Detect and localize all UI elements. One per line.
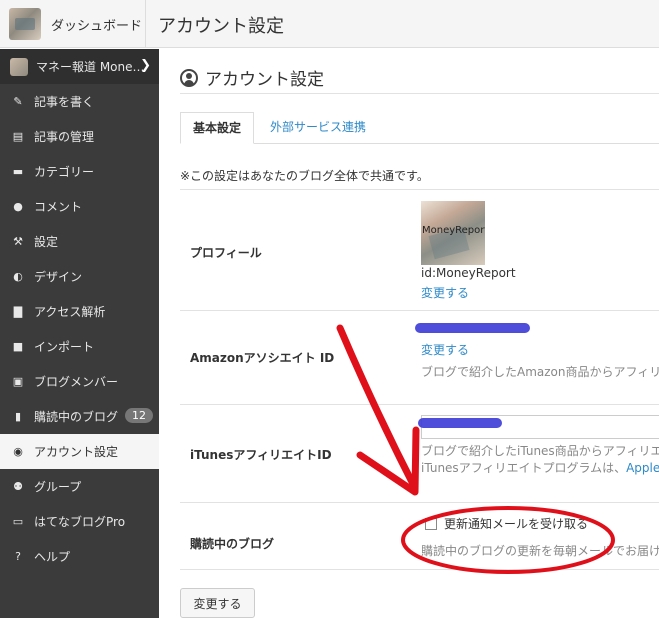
blog-thumbnail <box>9 8 41 40</box>
amazon-change-link[interactable]: 変更する <box>421 341 469 358</box>
row-divider <box>180 404 659 405</box>
sidebar-item-write[interactable]: ✎ 記事を書く <box>0 84 159 119</box>
chevron-right-icon: ❯ <box>140 58 151 73</box>
sidebar: マネー報道 Mone… ❯ ✎ 記事を書く ▤ 記事の管理 ▬ カテゴリー ● … <box>0 49 159 618</box>
subscription-count-badge: 12 <box>125 408 153 423</box>
sidebar-item-subscriptions[interactable]: ▮ 購読中のブログ 12 <box>0 399 159 434</box>
sidebar-item-label: 記事の管理 <box>34 130 95 144</box>
group-icon: ⚉ <box>13 480 23 493</box>
itunes-help-text: ブログで紹介したiTunes商品からアフィリエ <box>421 444 659 458</box>
wrench-icon: ⚒ <box>13 235 23 248</box>
dashboard-link[interactable]: ダッシュボード <box>0 0 146 48</box>
notification-checkbox-label[interactable]: 更新通知メールを受け取る <box>444 515 588 532</box>
sidebar-item-group[interactable]: ⚉ グループ <box>0 469 159 504</box>
notification-checkbox-row[interactable]: 更新通知メールを受け取る <box>425 515 588 532</box>
profile-change-link[interactable]: 変更する <box>421 284 469 301</box>
amazon-help-text: ブログで紹介したAmazon商品からアフィリ <box>421 365 659 379</box>
sidebar-item-label: アクセス解析 <box>34 305 106 319</box>
itunes-program-text: iTunesアフィリエイトプログラムは、Apple <box>421 459 659 476</box>
sidebar-item-analytics[interactable]: ▇ アクセス解析 <box>0 294 159 329</box>
sidebar-item-import[interactable]: ■ インポート <box>0 329 159 364</box>
itunes-label: iTunesアフィリエイトID <box>190 448 332 462</box>
comment-icon: ● <box>13 200 23 213</box>
subscription-label: 購読中のブログ <box>190 537 275 551</box>
redaction-scribble <box>415 323 530 333</box>
tab-basic-settings[interactable]: 基本設定 <box>180 112 255 144</box>
palette-icon: ◐ <box>13 270 23 283</box>
sidebar-item-help[interactable]: ? ヘルプ <box>0 539 159 574</box>
top-bar: ダッシュボード アカウント設定 <box>0 0 659 48</box>
bookmark-icon: ▮ <box>14 410 22 423</box>
sidebar-item-label: アカウント設定 <box>34 445 119 459</box>
sidebar-item-label: インポート <box>34 340 95 354</box>
divider <box>180 93 659 94</box>
sidebar-item-label: マネー報道 Mone… <box>36 60 145 74</box>
tab-bar: 基本設定 外部サービス連携 <box>180 112 659 144</box>
sidebar-item-label: はてなブログPro <box>34 515 126 529</box>
section-title-text: アカウント設定 <box>205 70 324 90</box>
sidebar-item-design[interactable]: ◐ デザイン <box>0 259 159 294</box>
sidebar-item-label: カテゴリー <box>34 165 95 179</box>
profile-image[interactable]: MoneyReport <box>421 201 485 265</box>
sidebar-item-label: ヘルプ <box>34 550 71 564</box>
truck-icon: ■ <box>12 340 24 353</box>
profile-image-text: MoneyReport <box>422 225 485 236</box>
section-title: アカウント設定 <box>180 65 324 90</box>
document-icon: ▤ <box>12 130 24 143</box>
dashboard-label: ダッシュボード <box>51 18 143 34</box>
sidebar-item-account[interactable]: ◉ アカウント設定 <box>0 434 159 469</box>
row-divider <box>180 310 659 311</box>
help-icon: ? <box>15 550 21 563</box>
pro-icon: ▭ <box>12 515 24 528</box>
sidebar-item-manage[interactable]: ▤ 記事の管理 <box>0 119 159 154</box>
sidebar-item-label: ブログメンバー <box>34 375 119 389</box>
pencil-icon: ✎ <box>13 95 23 108</box>
sidebar-item-category[interactable]: ▬ カテゴリー <box>0 154 159 189</box>
row-divider <box>180 189 659 190</box>
apple-link[interactable]: Apple <box>626 461 659 475</box>
row-divider <box>180 569 659 570</box>
profile-label: プロフィール <box>190 246 262 260</box>
sidebar-item-members[interactable]: ▣ ブログメンバー <box>0 364 159 399</box>
save-button[interactable]: 変更する <box>180 588 255 618</box>
subscription-help-text: 購読中のブログの更新を毎朝メールでお届け <box>421 544 659 558</box>
sidebar-item-label: グループ <box>34 480 82 494</box>
page-title: アカウント設定 <box>158 16 284 37</box>
folder-icon: ▬ <box>12 165 24 178</box>
blog-thumbnail-icon <box>10 57 28 76</box>
sidebar-item-blog[interactable]: マネー報道 Mone… ❯ <box>0 49 159 84</box>
user-circle-icon <box>180 68 198 87</box>
notification-checkbox[interactable] <box>425 517 437 530</box>
sidebar-item-label: 記事を書く <box>34 95 95 109</box>
sidebar-item-label: コメント <box>34 200 83 214</box>
sidebar-item-label: 設定 <box>34 235 59 249</box>
settings-note: ※この設定はあなたのブログ全体で共通です。 <box>180 169 429 183</box>
sidebar-item-label: 購読中のブログ <box>34 410 119 424</box>
profile-id: id:MoneyReport <box>421 266 516 280</box>
user-circle-icon: ◉ <box>13 445 23 458</box>
sidebar-item-pro[interactable]: ▭ はてなブログPro <box>0 504 159 539</box>
main-content: アカウント設定 基本設定 外部サービス連携 ※この設定はあなたのブログ全体で共通… <box>160 49 659 618</box>
redaction-scribble <box>418 418 502 428</box>
sidebar-item-comment[interactable]: ● コメント <box>0 189 159 224</box>
tab-external-services[interactable]: 外部サービス連携 <box>258 112 378 144</box>
itunes-program-prefix: iTunesアフィリエイトプログラムは、 <box>421 461 627 475</box>
bar-chart-icon: ▇ <box>13 305 23 318</box>
amazon-label: Amazonアソシエイト ID <box>190 351 335 365</box>
member-icon: ▣ <box>12 375 24 388</box>
sidebar-item-settings[interactable]: ⚒ 設定 <box>0 224 159 259</box>
sidebar-item-label: デザイン <box>34 270 83 284</box>
row-divider <box>180 502 659 503</box>
